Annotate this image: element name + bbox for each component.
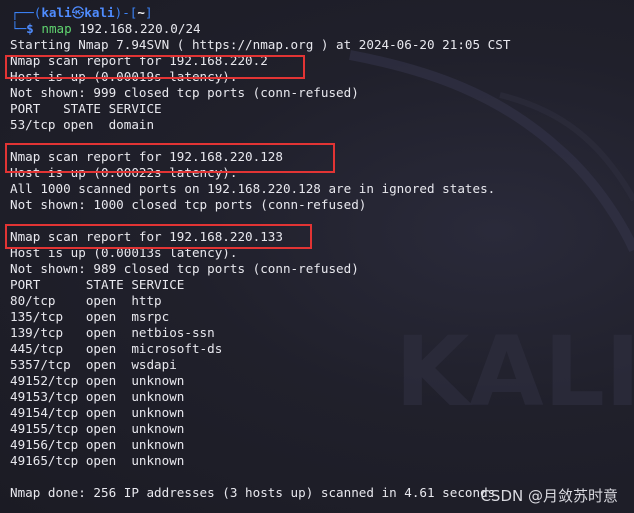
port-row: 135/tcp open msrpc	[10, 309, 170, 324]
host1-not-shown: Not shown: 999 closed tcp ports (conn-re…	[10, 85, 359, 100]
prompt-corner-bottom: └─	[11, 21, 27, 36]
csdn-watermark: CSDN @月敛苏时意	[480, 487, 618, 505]
prompt-user: kali	[41, 5, 72, 20]
prompt-corner-top: ┌──(	[11, 5, 42, 20]
host2-not-shown: Not shown: 1000 closed tcp ports (conn-r…	[10, 197, 367, 212]
port-row: 139/tcp open netbios-ssn	[10, 325, 215, 340]
port-row: 53/tcp open domain	[10, 117, 155, 132]
command-name: nmap	[41, 21, 72, 36]
prompt-line: ┌──(kali㉿kali)-[~]	[0, 5, 634, 21]
host3-not-shown: Not shown: 989 closed tcp ports (conn-re…	[10, 261, 359, 276]
command-line: └─$ nmap 192.168.220.0/24	[0, 21, 634, 37]
prompt-host: kali	[84, 5, 115, 20]
port-row: 80/tcp open http	[10, 293, 162, 308]
host3-port-header: PORT STATE SERVICE	[10, 277, 185, 292]
prompt-dollar: $	[26, 21, 34, 36]
prompt-sep: )-[	[114, 5, 138, 20]
port-row: 49156/tcp open unknown	[10, 437, 185, 452]
port-row: 49155/tcp open unknown	[10, 421, 185, 436]
host1-port-header: PORT STATE SERVICE	[10, 101, 162, 116]
port-row: 49152/tcp open unknown	[10, 373, 185, 388]
command-args: 192.168.220.0/24	[79, 21, 201, 36]
host2-all: All 1000 scanned ports on 192.168.220.12…	[10, 181, 496, 196]
port-row: 5357/tcp open wsdapi	[10, 357, 177, 372]
port-row: 49153/tcp open unknown	[10, 389, 185, 404]
highlight-box-host2	[5, 143, 335, 173]
start-line: Starting Nmap 7.94SVN ( https://nmap.org…	[10, 37, 511, 52]
skull-icon: ㉿	[71, 5, 85, 20]
terminal-output: ┌──(kali㉿kali)-[~] └─$ nmap 192.168.220.…	[0, 5, 634, 501]
highlight-box-host3	[5, 224, 312, 249]
prompt-dir: ~	[137, 5, 145, 20]
port-row: 49154/tcp open unknown	[10, 405, 185, 420]
prompt-close: ]	[144, 5, 153, 20]
highlight-box-host1	[5, 55, 305, 79]
port-row: 445/tcp open microsoft-ds	[10, 341, 223, 356]
port-row: 49165/tcp open unknown	[10, 453, 185, 468]
terminal-window[interactable]: KALI ┌──(kali㉿kali)-[~] └─$ nmap 192.168…	[0, 0, 634, 513]
